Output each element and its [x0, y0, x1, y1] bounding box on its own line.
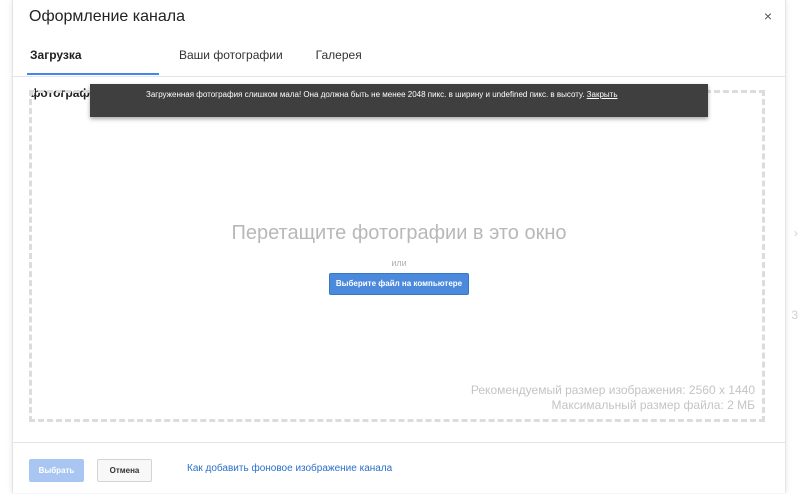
dialog-title: Оформление канала — [29, 8, 185, 25]
cancel-button[interactable]: Отмена — [97, 459, 152, 482]
choose-file-button[interactable]: Выберите файл на компьютере — [329, 273, 469, 295]
recommended-size-hint: Рекомендуемый размер изображения: 2560 x… — [470, 383, 755, 397]
photo-dropzone[interactable] — [29, 90, 765, 422]
dropzone-or-label: или — [391, 258, 407, 268]
toast-close-link[interactable]: Закрыть — [587, 90, 618, 99]
backdrop-glyph: › — [794, 226, 798, 240]
toast-message: Загруженная фотография слишком мала! Она… — [146, 90, 585, 99]
tab-upload-photos[interactable]: Загрузка фотографий — [27, 36, 159, 100]
select-button[interactable]: Выбрать — [29, 459, 84, 482]
backdrop-glyph: 3 — [791, 308, 798, 322]
tab-gallery[interactable]: Галерея — [316, 36, 362, 74]
help-link[interactable]: Как добавить фоновое изображение канала — [187, 463, 392, 474]
toast-message-row: Загруженная фотография слишком мала! Она… — [146, 90, 617, 99]
dialog-header: Оформление канала × Загрузка фотографий … — [13, 0, 785, 100]
max-file-size-hint: Максимальный размер файла: 2 МБ — [551, 398, 755, 412]
close-icon[interactable]: × — [761, 8, 775, 24]
error-toast: Загруженная фотография слишком мала! Она… — [90, 84, 708, 117]
tab-your-photos[interactable]: Ваши фотографии — [179, 36, 283, 74]
dropzone-title: Перетащите фотографии в это окно — [231, 222, 567, 244]
channel-art-dialog: Оформление канала × Загрузка фотографий … — [12, 0, 786, 493]
tab-bar: Загрузка фотографий Ваши фотографии Гале… — [13, 36, 362, 100]
dialog-footer: Выбрать Отмена Как добавить фоновое изоб… — [13, 442, 785, 494]
